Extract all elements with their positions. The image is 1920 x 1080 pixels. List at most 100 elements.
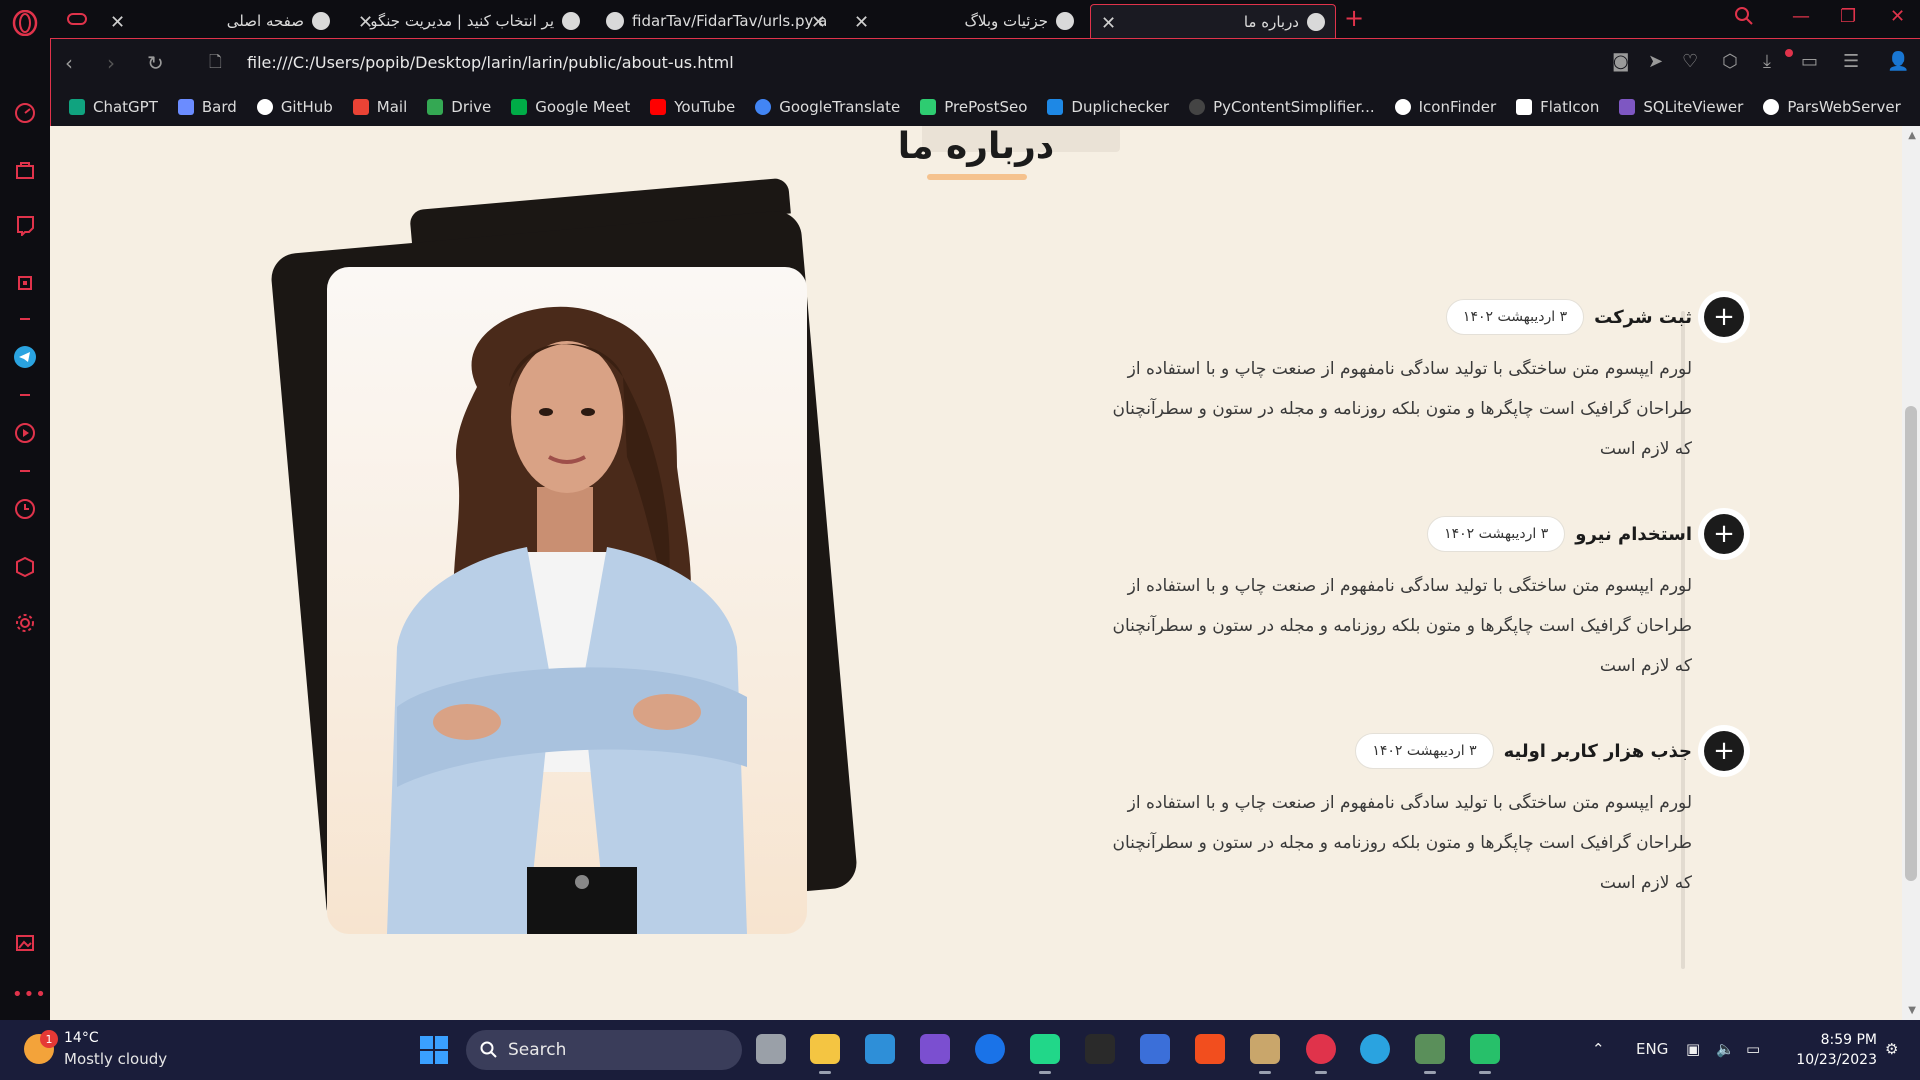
settings-icon[interactable] [12, 610, 38, 636]
bookmark-github[interactable]: GitHub [256, 98, 333, 116]
globe-icon [1307, 12, 1325, 31]
tab-blog-details[interactable]: جزئیات وبلاگ ✕ [844, 4, 1084, 38]
bookmark-google-translate[interactable]: GoogleTranslate [755, 98, 900, 116]
close-window-button[interactable]: ✕ [1890, 6, 1905, 27]
app-store-icon[interactable] [975, 1034, 1005, 1064]
weather-badge: 1 [40, 1030, 58, 1048]
bookmark-parswebserver[interactable]: ParsWebServer [1763, 98, 1901, 116]
tab-django-admin[interactable]: یر انتخاب کنید | مدیریت جنگو ✕ [348, 4, 590, 38]
globe-icon [1056, 12, 1074, 30]
timeline-expand-button[interactable]: + [1698, 508, 1750, 560]
volume-icon[interactable]: 🔈 [1716, 1040, 1735, 1058]
file-explorer-icon[interactable] [810, 1034, 840, 1074]
page-title: درباره ما [897, 126, 1055, 167]
battery-icon[interactable]: ▭ [1746, 1040, 1760, 1058]
sqliteviewer-icon [1619, 99, 1636, 115]
battery-saver-icon[interactable]: ▭ [1801, 51, 1818, 72]
scroll-up-icon[interactable]: ▲ [1908, 130, 1916, 141]
forward-button[interactable]: › [107, 51, 115, 75]
close-icon[interactable]: ✕ [110, 12, 125, 33]
timeline-expand-button[interactable]: + [1698, 725, 1750, 777]
pycharm-icon[interactable] [1030, 1034, 1060, 1074]
profile-icon[interactable]: 👤 [1887, 51, 1909, 72]
timeline-description: لورم ایپسوم متن ساختگی با تولید سادگی نا… [1112, 359, 1692, 459]
chevron-up-icon[interactable]: ⌃ [1592, 1040, 1605, 1058]
more-icon[interactable]: ••• [12, 984, 46, 1005]
figma-icon[interactable] [1195, 1034, 1225, 1064]
restore-button[interactable]: ❐ [1840, 6, 1856, 27]
globe-icon [312, 12, 330, 30]
notepad-icon[interactable] [1140, 1034, 1170, 1064]
player-icon[interactable] [12, 420, 38, 446]
scroll-down-icon[interactable]: ▼ [1908, 1005, 1916, 1016]
download-icon[interactable]: ⤓ [1763, 51, 1771, 72]
bookmark-drive[interactable]: Drive [427, 98, 491, 116]
bag-icon[interactable] [12, 157, 38, 183]
bookmark-duplichecker[interactable]: Duplichecker [1047, 98, 1169, 116]
timeline-description: لورم ایپسوم متن ساختگی با تولید سادگی نا… [1112, 793, 1692, 893]
notifications-icon[interactable]: ⚙ [1885, 1040, 1898, 1058]
timeline-expand-button[interactable]: + [1698, 291, 1750, 343]
start-button[interactable] [420, 1036, 448, 1064]
bookmark-youtube[interactable]: YouTube [650, 98, 735, 116]
history-icon[interactable] [12, 496, 38, 522]
visual-studio-icon[interactable] [920, 1034, 950, 1064]
opera-logo-icon[interactable] [12, 10, 38, 36]
search-tabs-icon[interactable] [1734, 6, 1754, 31]
vscode-icon[interactable] [865, 1034, 895, 1064]
bookmark-chatgpt[interactable]: ChatGPT [69, 98, 158, 116]
new-tab-button[interactable]: + [1344, 4, 1364, 32]
sqlite-viewer-taskbar-icon[interactable] [1415, 1034, 1445, 1074]
scroll-thumb[interactable] [1905, 406, 1917, 881]
close-icon[interactable]: ✕ [811, 12, 826, 33]
heart-icon[interactable]: ♡ [1682, 51, 1698, 72]
drive-icon [427, 99, 444, 115]
tab-about-us[interactable]: درباره ما ✕ [1090, 4, 1336, 38]
bookmark-mail[interactable]: Mail [352, 98, 407, 116]
terminal-icon[interactable] [1085, 1034, 1115, 1064]
google-icon [755, 99, 772, 115]
send-icon[interactable]: ➤ [1648, 51, 1663, 72]
chip-icon[interactable] [12, 270, 38, 296]
telegram-taskbar-icon[interactable] [1360, 1034, 1390, 1064]
telegram-icon[interactable] [12, 344, 38, 370]
close-icon[interactable]: ✕ [854, 12, 869, 33]
page-scrollbar[interactable]: ▲ ▼ [1902, 126, 1920, 1020]
bookmark-google-meet[interactable]: Google Meet [511, 98, 630, 116]
tab-home[interactable]: صفحه اصلی ✕ [100, 4, 340, 38]
opera-taskbar-icon[interactable] [1306, 1034, 1336, 1074]
reload-button[interactable]: ↻ [147, 51, 164, 75]
system-clock[interactable]: 8:59 PM 10/23/2023 [1787, 1030, 1877, 1070]
url-field[interactable]: file:///C:/Users/popib/Desktop/larin/lar… [247, 53, 734, 72]
cube-icon[interactable]: ⬡ [1722, 51, 1738, 72]
bookmark-iconfinder[interactable]: IconFinder [1394, 98, 1496, 116]
language-indicator[interactable]: ENG [1636, 1040, 1668, 1058]
server-app-icon[interactable] [1470, 1034, 1500, 1074]
clock-time: 8:59 PM [1820, 1032, 1877, 1048]
bookmark-bard[interactable]: Bard [177, 98, 237, 116]
bookmark-prepostseo[interactable]: PrePostSeo [920, 98, 1027, 116]
bookmark-flaticon[interactable]: FlatIcon [1516, 98, 1599, 116]
cube-icon[interactable] [12, 554, 38, 580]
iconfinder-icon [1394, 99, 1411, 115]
twitch-icon[interactable] [12, 212, 38, 238]
duplichecker-icon [1047, 99, 1064, 115]
network-icon[interactable]: ▣ [1686, 1040, 1700, 1058]
parswebserver-icon [1763, 99, 1780, 115]
tab-github-urls[interactable]: fidarTav/FidarTav/urls.py at ✕ [596, 4, 836, 38]
close-icon[interactable]: ✕ [1101, 13, 1116, 34]
speed-dial-icon[interactable] [12, 100, 38, 126]
close-icon[interactable]: ✕ [358, 12, 373, 33]
camera-icon[interactable]: ◙ [1612, 51, 1629, 72]
taskbar-search[interactable]: Search [466, 1030, 742, 1070]
minimize-button[interactable]: — [1792, 6, 1810, 27]
back-button[interactable]: ‹ [65, 51, 73, 75]
easy-setup-icon[interactable]: ☰ [1843, 51, 1859, 72]
bookmark-pycontentsimplifier[interactable]: PyContentSimplifier... [1189, 98, 1375, 116]
gallery-icon[interactable] [12, 930, 38, 956]
gamepad-icon[interactable] [64, 6, 90, 32]
user-app-icon[interactable] [1250, 1034, 1280, 1074]
timeline-description: لورم ایپسوم متن ساختگی با تولید سادگی نا… [1112, 576, 1692, 676]
bookmark-sqliteviewer[interactable]: SQLiteViewer [1619, 98, 1743, 116]
task-view-icon[interactable] [756, 1034, 786, 1064]
